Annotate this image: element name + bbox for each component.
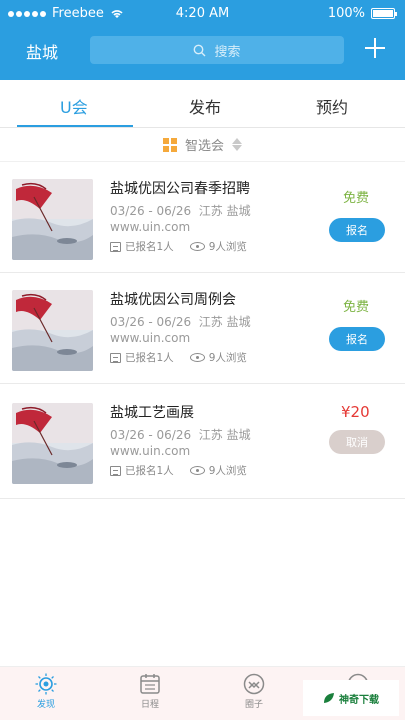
event-price: ¥20	[341, 403, 370, 421]
event-card[interactable]: 盐城优因公司周例会 03/26 - 06/26 江苏 盐城 www.uin.co…	[0, 274, 405, 384]
signup-count-icon	[110, 241, 121, 252]
event-dates: 03/26 - 06/26	[110, 428, 192, 442]
tab-u-hui[interactable]: U会	[60, 94, 88, 118]
tab-schedule-label: 日程	[140, 700, 159, 710]
event-url: www.uin.com	[110, 220, 191, 234]
battery-percent: 100%	[327, 6, 365, 21]
leaf-icon	[324, 693, 334, 703]
event-card[interactable]: 盐城工艺画展 03/26 - 06/26 江苏 盐城 www.uin.com 已…	[0, 389, 405, 499]
tab-publish[interactable]: 发布	[189, 94, 221, 118]
tab-discover-label: 发现	[36, 700, 55, 710]
search-input[interactable]: 搜索	[90, 36, 344, 64]
battery-icon	[371, 8, 397, 19]
tab-circle[interactable]: 圈子	[224, 673, 284, 710]
tab-reserve[interactable]: 预约	[316, 94, 348, 118]
add-button[interactable]	[363, 36, 387, 60]
eye-icon	[189, 242, 205, 251]
event-location: 江苏 盐城	[198, 315, 251, 329]
event-thumbnail	[12, 403, 93, 484]
search-placeholder: 搜索	[214, 44, 241, 60]
calendar-icon	[139, 673, 161, 695]
signup-button[interactable]: 报名	[329, 218, 385, 242]
event-location: 江苏 盐城	[198, 428, 251, 442]
discover-icon	[35, 673, 57, 695]
search-icon	[194, 44, 206, 56]
grid-icon	[162, 137, 177, 152]
tab-underline	[17, 125, 133, 127]
event-url: www.uin.com	[110, 331, 191, 345]
signup-count-icon	[110, 352, 121, 363]
event-thumbnail	[12, 179, 93, 260]
event-location: 江苏 盐城	[198, 204, 251, 218]
event-title: 盐城工艺画展	[110, 405, 194, 421]
event-url: www.uin.com	[110, 444, 191, 458]
event-thumbnail	[12, 290, 93, 371]
event-dates: 03/26 - 06/26	[110, 315, 192, 329]
event-price: 免费	[343, 300, 370, 315]
tab-schedule[interactable]: 日程	[120, 673, 180, 710]
view-count: 9人浏览	[208, 352, 247, 364]
event-title: 盐城优因公司周例会	[110, 292, 236, 308]
view-count: 9人浏览	[208, 241, 247, 253]
signup-count: 已报名1人	[125, 241, 174, 253]
sort-icon	[232, 138, 242, 151]
status-bar: Freebee 4:20 AM 100%	[0, 0, 405, 26]
event-card[interactable]: 盐城优因公司春季招聘 03/26 - 06/26 江苏 盐城 www.uin.c…	[0, 163, 405, 273]
event-title: 盐城优因公司春季招聘	[110, 181, 250, 197]
app-header: Freebee 4:20 AM 100% 盐城 搜索	[0, 0, 405, 80]
top-tabs: U会 发布 预约	[0, 80, 405, 128]
event-dates: 03/26 - 06/26	[110, 204, 192, 218]
eye-icon	[189, 466, 205, 475]
watermark-text: 神奇下载	[339, 694, 379, 706]
tab-discover[interactable]: 发现	[16, 673, 76, 710]
event-price: 免费	[343, 191, 370, 206]
smart-filter[interactable]: 智选会	[0, 128, 405, 162]
view-count: 9人浏览	[208, 465, 247, 477]
watermark: 神奇下载	[303, 680, 399, 716]
signup-count: 已报名1人	[125, 352, 174, 364]
circle-icon	[243, 673, 265, 695]
eye-icon	[189, 353, 205, 362]
signup-count: 已报名1人	[125, 465, 174, 477]
signup-count-icon	[110, 465, 121, 476]
tab-circle-label: 圈子	[244, 700, 263, 710]
signup-button[interactable]: 报名	[329, 327, 385, 351]
filter-label: 智选会	[184, 139, 224, 154]
city-selector[interactable]: 盐城	[26, 39, 58, 63]
cancel-button[interactable]: 取消	[329, 430, 385, 454]
